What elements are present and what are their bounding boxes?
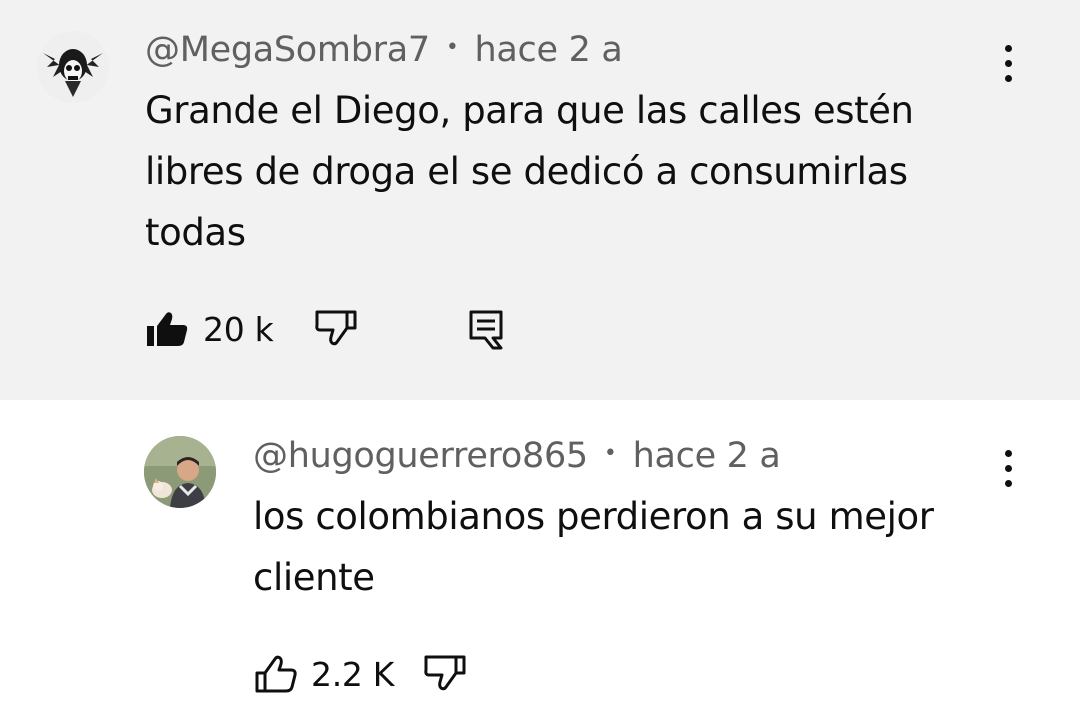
reply-icon	[469, 310, 503, 350]
more-options-button[interactable]	[1002, 45, 1014, 89]
timestamp[interactable]: hace 2 a	[633, 436, 781, 476]
author-handle[interactable]: @hugoguerrero865	[253, 436, 588, 476]
like-count: 20 k	[203, 309, 274, 349]
thumbs-down-icon	[315, 310, 357, 346]
timestamp[interactable]: hace 2 a	[475, 30, 623, 70]
thumbs-up-filled-icon	[147, 312, 188, 346]
like-count: 2.2 K	[311, 654, 395, 694]
more-vert-icon	[1002, 450, 1014, 487]
comment-text: los colombianos perdieron a su mejor cli…	[253, 495, 934, 599]
comment-meta: @hugoguerrero865 • hace 2 a	[253, 436, 781, 476]
dislike-button[interactable]	[313, 306, 359, 352]
reply-button[interactable]	[463, 306, 509, 352]
comment-actions: 20 k	[145, 306, 359, 352]
more-vert-icon	[1002, 45, 1014, 82]
like-button[interactable]	[253, 651, 299, 697]
dislike-button[interactable]	[422, 651, 468, 697]
profile-photo-avatar-icon	[144, 436, 216, 508]
comment-meta: @MegaSombra7 • hace 2 a	[145, 30, 623, 70]
separator-dot: •	[603, 440, 617, 466]
avatar[interactable]	[37, 31, 109, 103]
like-button[interactable]	[145, 306, 191, 352]
comment-highlighted: @MegaSombra7 • hace 2 a Grande el Diego, p…	[0, 0, 1080, 400]
skull-avatar-icon	[37, 31, 109, 103]
thumbs-down-icon	[424, 655, 466, 691]
avatar[interactable]	[144, 436, 216, 508]
comment-text: Grande el Diego, para que las calles est…	[145, 89, 914, 254]
separator-dot: •	[445, 34, 459, 60]
author-handle[interactable]: @MegaSombra7	[145, 30, 430, 70]
comment-actions: 2.2 K	[253, 651, 468, 697]
thumbs-up-icon	[255, 655, 297, 693]
